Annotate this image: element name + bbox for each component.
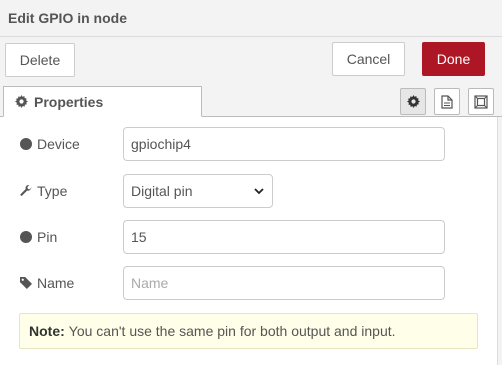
name-input[interactable] [123, 266, 445, 300]
device-label-wrap: Device [20, 127, 80, 161]
description-icon [441, 94, 453, 109]
name-label-wrap: Name [20, 266, 74, 300]
chevron-down-icon [254, 188, 264, 195]
device-label: Device [37, 136, 80, 152]
tab-properties-label: Properties [34, 93, 104, 110]
type-label: Type [37, 183, 68, 199]
appearance-icon [474, 94, 488, 109]
type-row: Type Digital pin [0, 174, 502, 208]
tray-toolbar: Delete Cancel Done [0, 37, 502, 81]
tray-header: Edit GPIO in node [0, 0, 502, 37]
gear-icon [15, 95, 28, 108]
type-select[interactable]: Digital pin [123, 174, 273, 208]
pin-input[interactable] [123, 220, 445, 254]
delete-button[interactable]: Delete [5, 43, 75, 77]
note-prefix: Note: [29, 323, 65, 339]
tab-strip: Properties [0, 86, 502, 117]
tab-description[interactable] [434, 88, 460, 115]
type-select-value: Digital pin [131, 183, 193, 199]
device-input[interactable] [123, 127, 445, 161]
settings-icon [406, 95, 420, 108]
device-row: Device [0, 127, 502, 161]
circle-icon [20, 231, 32, 243]
pin-row: Pin [0, 220, 502, 254]
tab-settings[interactable] [400, 88, 426, 115]
circle-icon [20, 138, 32, 150]
properties-panel: Device Type Digital pin Pin [0, 117, 502, 365]
cancel-button[interactable]: Cancel [332, 42, 405, 76]
tag-icon [20, 277, 32, 289]
tab-properties[interactable]: Properties [3, 86, 202, 117]
tab-appearance[interactable] [468, 88, 494, 115]
name-label: Name [37, 275, 75, 291]
type-label-wrap: Type [20, 174, 67, 208]
done-button[interactable]: Done [422, 42, 485, 76]
scrollbar-track[interactable] [497, 117, 502, 365]
note-box: Note: You can't use the same pin for bot… [19, 313, 478, 349]
tray-title: Edit GPIO in node [8, 10, 127, 26]
pin-label-wrap: Pin [20, 220, 57, 254]
wrench-icon [20, 185, 32, 196]
pin-label: Pin [37, 229, 58, 245]
note-text: You can't use the same pin for both outp… [68, 323, 396, 339]
name-row: Name [0, 266, 502, 300]
